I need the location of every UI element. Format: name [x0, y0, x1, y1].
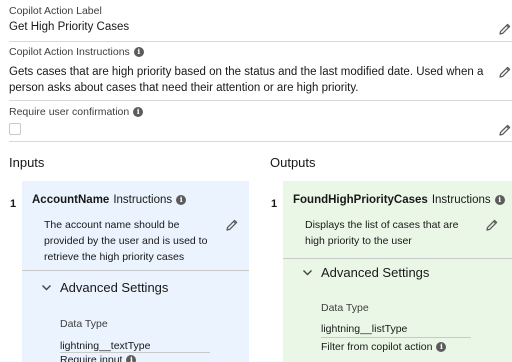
- info-icon[interactable]: i: [133, 47, 144, 57]
- info-icon[interactable]: i: [126, 355, 137, 362]
- input-row-number: 1: [10, 198, 17, 210]
- input-data-type-value: lightning__textType: [60, 340, 151, 352]
- input-parameter-title: AccountName Instructions i: [32, 194, 187, 206]
- action-instructions-value-line2: person asks about cases that need their …: [9, 82, 359, 94]
- input-instructions-label: Instructions: [113, 194, 173, 206]
- input-require-input: Require input i: [60, 354, 137, 362]
- require-confirmation-label: Require user confirmation: [9, 106, 130, 118]
- action-label-value: Get High Priority Cases: [9, 21, 130, 33]
- output-parameter-name: FoundHighPriorityCases: [293, 194, 428, 206]
- action-instructions-field: Copilot Action Instructions i: [9, 46, 512, 58]
- output-advanced-settings-toggle[interactable]: Advanced Settings: [302, 265, 429, 280]
- divider: [60, 352, 210, 353]
- divider: [22, 270, 249, 271]
- output-advanced-settings-label: Advanced Settings: [321, 265, 430, 280]
- outputs-heading: Outputs: [270, 155, 316, 170]
- input-description-line: provided by the user and is used to: [44, 235, 208, 247]
- inputs-heading: Inputs: [9, 155, 45, 170]
- info-icon[interactable]: i: [436, 342, 447, 352]
- output-data-type-value: lightning__listType: [321, 323, 408, 335]
- action-label-field: Copilot Action Label: [9, 5, 512, 17]
- output-filter-from-copilot: Filter from copilot action i: [321, 341, 447, 353]
- chevron-down-icon: [302, 267, 313, 278]
- output-row-number: 1: [271, 198, 278, 210]
- output-description-line: high priority to the user: [305, 235, 412, 247]
- input-description-line: retrieve the high priority cases: [44, 251, 185, 263]
- edit-pencil-icon[interactable]: [499, 66, 511, 78]
- input-parameter-panel: [22, 181, 249, 362]
- output-data-type-label: Data Type: [321, 302, 369, 314]
- action-instructions-label: Copilot Action Instructions: [9, 46, 130, 58]
- input-description-line: The account name should be: [44, 219, 180, 231]
- input-parameter-name: AccountName: [32, 194, 110, 206]
- info-icon[interactable]: i: [133, 107, 144, 117]
- chevron-down-icon: [41, 282, 52, 293]
- divider: [9, 100, 512, 101]
- action-label-label: Copilot Action Label: [9, 5, 102, 17]
- action-instructions-value-row[interactable]: Gets cases that are high priority based …: [9, 64, 512, 96]
- edit-pencil-icon[interactable]: [486, 219, 498, 231]
- action-label-value-row[interactable]: Get High Priority Cases: [9, 21, 512, 33]
- input-data-type-label: Data Type: [60, 318, 108, 330]
- action-instructions-value-line1: Gets cases that are high priority based …: [9, 66, 484, 78]
- edit-pencil-icon[interactable]: [226, 219, 238, 231]
- divider: [9, 41, 512, 42]
- info-icon[interactable]: i: [494, 195, 505, 205]
- input-require-input-label: Require input: [60, 354, 123, 362]
- edit-pencil-icon[interactable]: [499, 124, 511, 136]
- output-parameter-title: FoundHighPriorityCases Instructions i: [293, 194, 505, 206]
- require-confirmation-field: Require user confirmation i: [9, 106, 512, 118]
- divider: [321, 337, 471, 338]
- require-confirmation-checkbox[interactable]: [9, 123, 21, 135]
- input-advanced-settings-toggle[interactable]: Advanced Settings: [41, 280, 168, 295]
- divider: [9, 141, 512, 142]
- info-icon[interactable]: i: [176, 195, 187, 205]
- output-description-line: Displays the list of cases that are: [305, 219, 459, 231]
- edit-pencil-icon[interactable]: [499, 23, 511, 35]
- output-description: Displays the list of cases that are high…: [305, 217, 459, 249]
- input-advanced-settings-label: Advanced Settings: [60, 280, 169, 295]
- output-instructions-label: Instructions: [431, 194, 491, 206]
- divider: [283, 258, 512, 259]
- input-description: The account name should be provided by t…: [44, 217, 207, 265]
- output-filter-label: Filter from copilot action: [321, 341, 433, 353]
